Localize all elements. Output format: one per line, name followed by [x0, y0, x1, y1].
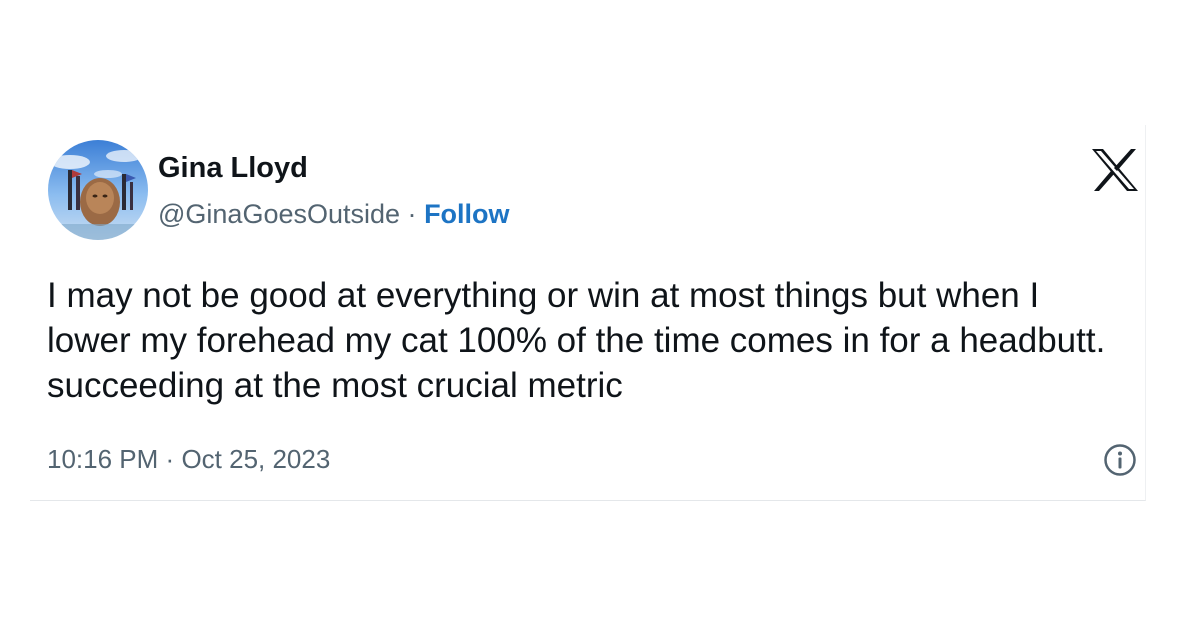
tweet-card: Gina Lloyd @GinaGoesOutside · Follow I m…	[30, 125, 1146, 501]
tweet-timestamp[interactable]: 10:16 PM · Oct 25, 2023	[47, 444, 330, 475]
date-separator: ·	[165, 444, 175, 474]
x-logo-icon[interactable]	[1090, 147, 1140, 193]
separator: ·	[407, 199, 417, 229]
tweet-time: 10:16 PM	[47, 444, 159, 474]
avatar[interactable]	[48, 140, 148, 240]
author-handle[interactable]: @GinaGoesOutside	[158, 199, 400, 229]
follow-button[interactable]: Follow	[424, 199, 509, 229]
info-icon[interactable]	[1103, 443, 1137, 477]
author-name[interactable]: Gina Lloyd	[158, 152, 308, 185]
tweet-date: Oct 25, 2023	[181, 444, 331, 474]
tweet-text: I may not be good at everything or win a…	[47, 276, 1106, 405]
author-handle-row: @GinaGoesOutside · Follow	[158, 199, 510, 230]
